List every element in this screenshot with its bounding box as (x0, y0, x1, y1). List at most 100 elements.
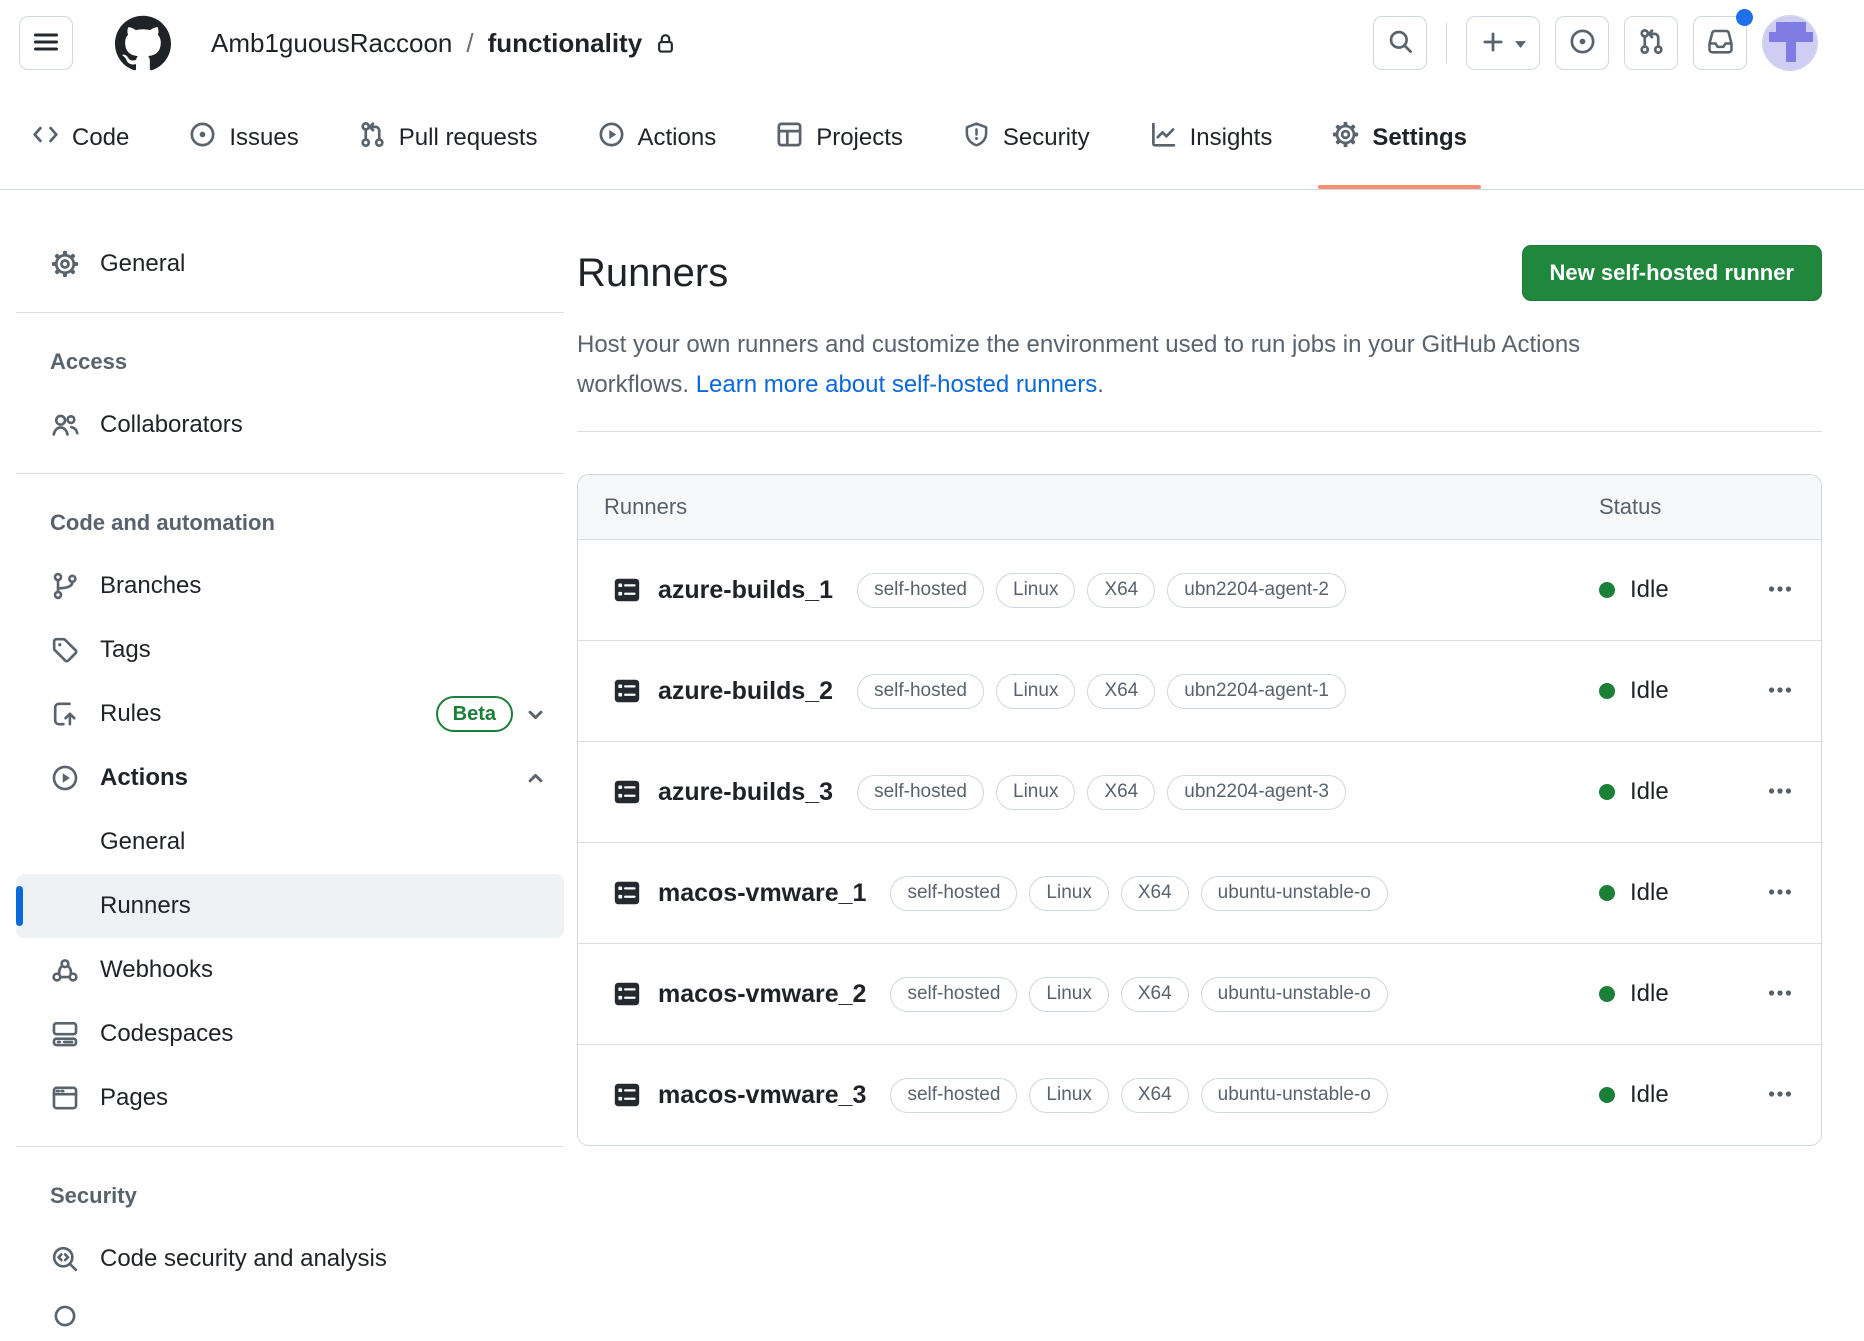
sidebar-item-label: General (100, 250, 185, 278)
runner-menu-button[interactable] (1749, 879, 1793, 908)
sidebar-divider (16, 473, 564, 474)
status-dot-icon (1599, 885, 1615, 901)
sidebar-item-branches[interactable]: Branches (16, 554, 564, 618)
new-self-hosted-runner-button[interactable]: New self-hosted runner (1522, 245, 1822, 301)
tab-pull-requests[interactable]: Pull requests (335, 86, 562, 189)
runner-name: macos-vmware_1 (658, 879, 866, 908)
rule-icon (50, 700, 80, 728)
breadcrumb-owner-link[interactable]: Amb1guousRaccoon (211, 28, 452, 59)
runner-label-badge: self-hosted (857, 775, 984, 810)
search-icon (1387, 28, 1414, 58)
partial-circle-icon (50, 1302, 80, 1330)
sidebar-item-code-security[interactable]: Code security and analysis (16, 1227, 564, 1291)
runner-name: azure-builds_3 (658, 778, 833, 807)
runner-label-badge: ubuntu-unstable-o (1201, 1078, 1388, 1113)
sidebar-item-label: Collaborators (100, 411, 243, 439)
runner-label-badge: Linux (996, 775, 1075, 810)
table-row: azure-builds_2 self-hosted Linux X64 ubn… (578, 640, 1821, 741)
sidebar-item-label: Runners (100, 892, 191, 920)
sidebar-item-webhooks[interactable]: Webhooks (16, 938, 564, 1002)
beta-badge: Beta (436, 696, 513, 732)
sidebar-item-actions[interactable]: Actions (16, 746, 564, 810)
sidebar-item-collaborators[interactable]: Collaborators (16, 393, 564, 457)
table-row: macos-vmware_2 self-hosted Linux X64 ubu… (578, 943, 1821, 1044)
sidebar-item-rules[interactable]: Rules Beta (16, 682, 564, 746)
sidebar-item-actions-runners[interactable]: Runners (16, 874, 564, 938)
codespaces-icon (50, 1020, 80, 1048)
kebab-icon (1767, 677, 1793, 706)
tab-insights[interactable]: Insights (1126, 86, 1297, 189)
chevron-up-icon[interactable] (523, 766, 548, 791)
runner-menu-button[interactable] (1749, 677, 1793, 706)
tab-label: Actions (638, 124, 717, 152)
sidebar-item-label: Rules (100, 700, 161, 728)
runner-name: azure-builds_2 (658, 677, 833, 706)
sidebar-item-pages[interactable]: Pages (16, 1066, 564, 1130)
sidebar-divider (16, 1146, 564, 1147)
runner-label-badge: Linux (1029, 876, 1108, 911)
table-row: macos-vmware_3 self-hosted Linux X64 ubu… (578, 1044, 1821, 1145)
kebab-icon (1767, 879, 1793, 908)
runner-label-badge: X64 (1087, 775, 1155, 810)
create-new-button[interactable] (1466, 16, 1540, 70)
tab-projects[interactable]: Projects (752, 86, 927, 189)
header-divider (1446, 23, 1447, 63)
issues-dashboard-button[interactable] (1555, 16, 1609, 70)
breadcrumb-repo-link[interactable]: functionality (488, 28, 643, 59)
issue-opened-icon (189, 121, 216, 155)
chevron-down-icon[interactable] (523, 702, 548, 727)
tab-label: Issues (229, 124, 298, 152)
runner-labels: self-hosted Linux X64 ubn2204-agent-2 (857, 573, 1346, 608)
tab-security[interactable]: Security (939, 86, 1114, 189)
tab-settings[interactable]: Settings (1308, 86, 1491, 189)
webhook-icon (50, 956, 80, 984)
column-header-runners: Runners (604, 494, 1599, 520)
sidebar-item-actions-general[interactable]: General (16, 810, 564, 874)
learn-more-link[interactable]: Learn more about self-hosted runners (696, 371, 1098, 398)
runner-menu-button[interactable] (1749, 778, 1793, 807)
hamburger-menu-button[interactable] (19, 16, 73, 70)
runner-labels: self-hosted Linux X64 ubuntu-unstable-o (890, 1078, 1387, 1113)
runner-label-badge: self-hosted (857, 573, 984, 608)
git-branch-icon (50, 572, 80, 600)
sidebar-item-partial[interactable] (16, 1291, 564, 1341)
sidebar-item-label: Code security and analysis (100, 1245, 387, 1273)
github-logo-icon[interactable] (115, 15, 171, 71)
runner-label-badge: ubuntu-unstable-o (1201, 977, 1388, 1012)
runner-status: Idle (1630, 980, 1669, 1008)
runner-label-badge: X64 (1087, 674, 1155, 709)
server-icon (612, 777, 642, 807)
sidebar-item-label: Tags (100, 636, 151, 664)
runner-label-badge: ubuntu-unstable-o (1201, 876, 1388, 911)
sidebar-item-general[interactable]: General (16, 232, 564, 296)
sidebar-item-codespaces[interactable]: Codespaces (16, 1002, 564, 1066)
kebab-icon (1767, 778, 1793, 807)
table-row: azure-builds_3 self-hosted Linux X64 ubn… (578, 741, 1821, 842)
sidebar-item-label: General (100, 828, 185, 856)
runner-label-badge: Linux (996, 573, 1075, 608)
sidebar-item-label: Codespaces (100, 1020, 233, 1048)
sidebar-section-code-automation: Code and automation (16, 508, 564, 538)
runner-menu-button[interactable] (1749, 1081, 1793, 1110)
tab-label: Settings (1372, 124, 1467, 152)
runner-label-badge: X64 (1121, 876, 1189, 911)
user-avatar[interactable] (1762, 15, 1818, 71)
settings-sidebar: General Access Collaborators Code and au… (16, 190, 564, 1341)
kebab-icon (1767, 576, 1793, 605)
runner-label-badge: ubn2204-agent-2 (1167, 573, 1346, 608)
caret-down-icon (1515, 36, 1526, 51)
runner-menu-button[interactable] (1749, 980, 1793, 1009)
sidebar-item-tags[interactable]: Tags (16, 618, 564, 682)
tab-issues[interactable]: Issues (165, 86, 322, 189)
pull-requests-dashboard-button[interactable] (1624, 16, 1678, 70)
sidebar-section-security: Security (16, 1181, 564, 1211)
tab-actions[interactable]: Actions (574, 86, 741, 189)
runner-status: Idle (1630, 576, 1669, 604)
tag-icon (50, 636, 80, 664)
tab-code[interactable]: Code (8, 86, 153, 189)
search-button[interactable] (1373, 16, 1427, 70)
runners-settings-main: Runners New self-hosted runner Host your… (577, 190, 1822, 1146)
runner-menu-button[interactable] (1749, 576, 1793, 605)
play-circle-icon (50, 764, 80, 792)
runner-label-badge: X64 (1087, 573, 1155, 608)
